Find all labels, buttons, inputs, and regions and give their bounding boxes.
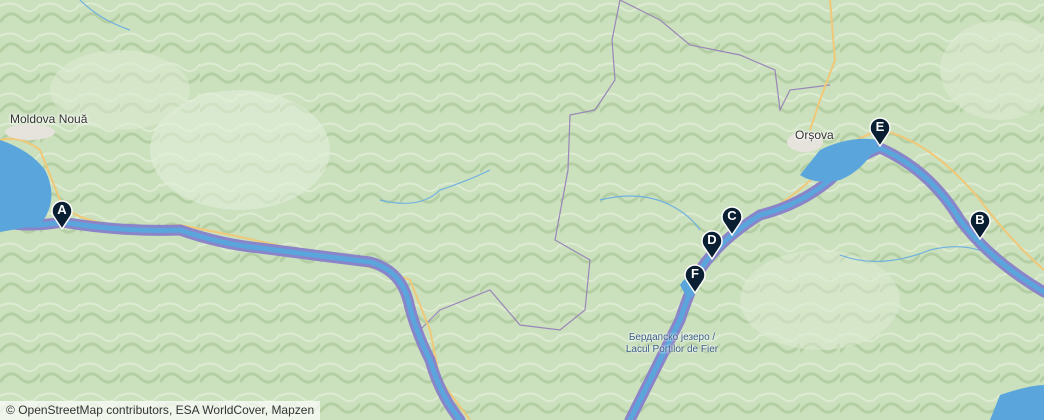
map-terrain — [0, 0, 1044, 420]
marker-label: D — [707, 232, 717, 247]
map-canvas[interactable]: Moldova Nouă Orșova Бердапско језеро / L… — [0, 0, 1044, 420]
attribution-link-esa[interactable]: ESA WorldCover — [176, 403, 265, 417]
marker-label: B — [975, 212, 985, 227]
map-marker-e[interactable]: E — [868, 115, 892, 147]
marker-label: F — [691, 266, 699, 281]
place-label-orsova: Orșova — [795, 128, 834, 142]
attribution-link-osm[interactable]: OpenStreetMap contributors — [18, 403, 169, 417]
place-label-moldova-noua: Moldova Nouă — [10, 112, 88, 126]
marker-label: E — [875, 119, 885, 134]
attribution-link-mapzen[interactable]: Mapzen — [271, 403, 314, 417]
map-attribution: © OpenStreetMap contributors, ESA WorldC… — [0, 401, 321, 420]
map-marker-d[interactable]: D — [700, 228, 724, 260]
copyright-symbol: © — [6, 403, 15, 417]
map-marker-a[interactable]: A — [50, 198, 74, 230]
map-marker-b[interactable]: B — [968, 208, 992, 240]
lake-label: Бердапско језеро / Lacul Porților de Fie… — [625, 332, 719, 355]
marker-label: C — [727, 208, 737, 223]
marker-label: A — [57, 202, 67, 217]
attribution-separator: , — [168, 403, 176, 417]
map-marker-f[interactable]: F — [683, 262, 707, 294]
